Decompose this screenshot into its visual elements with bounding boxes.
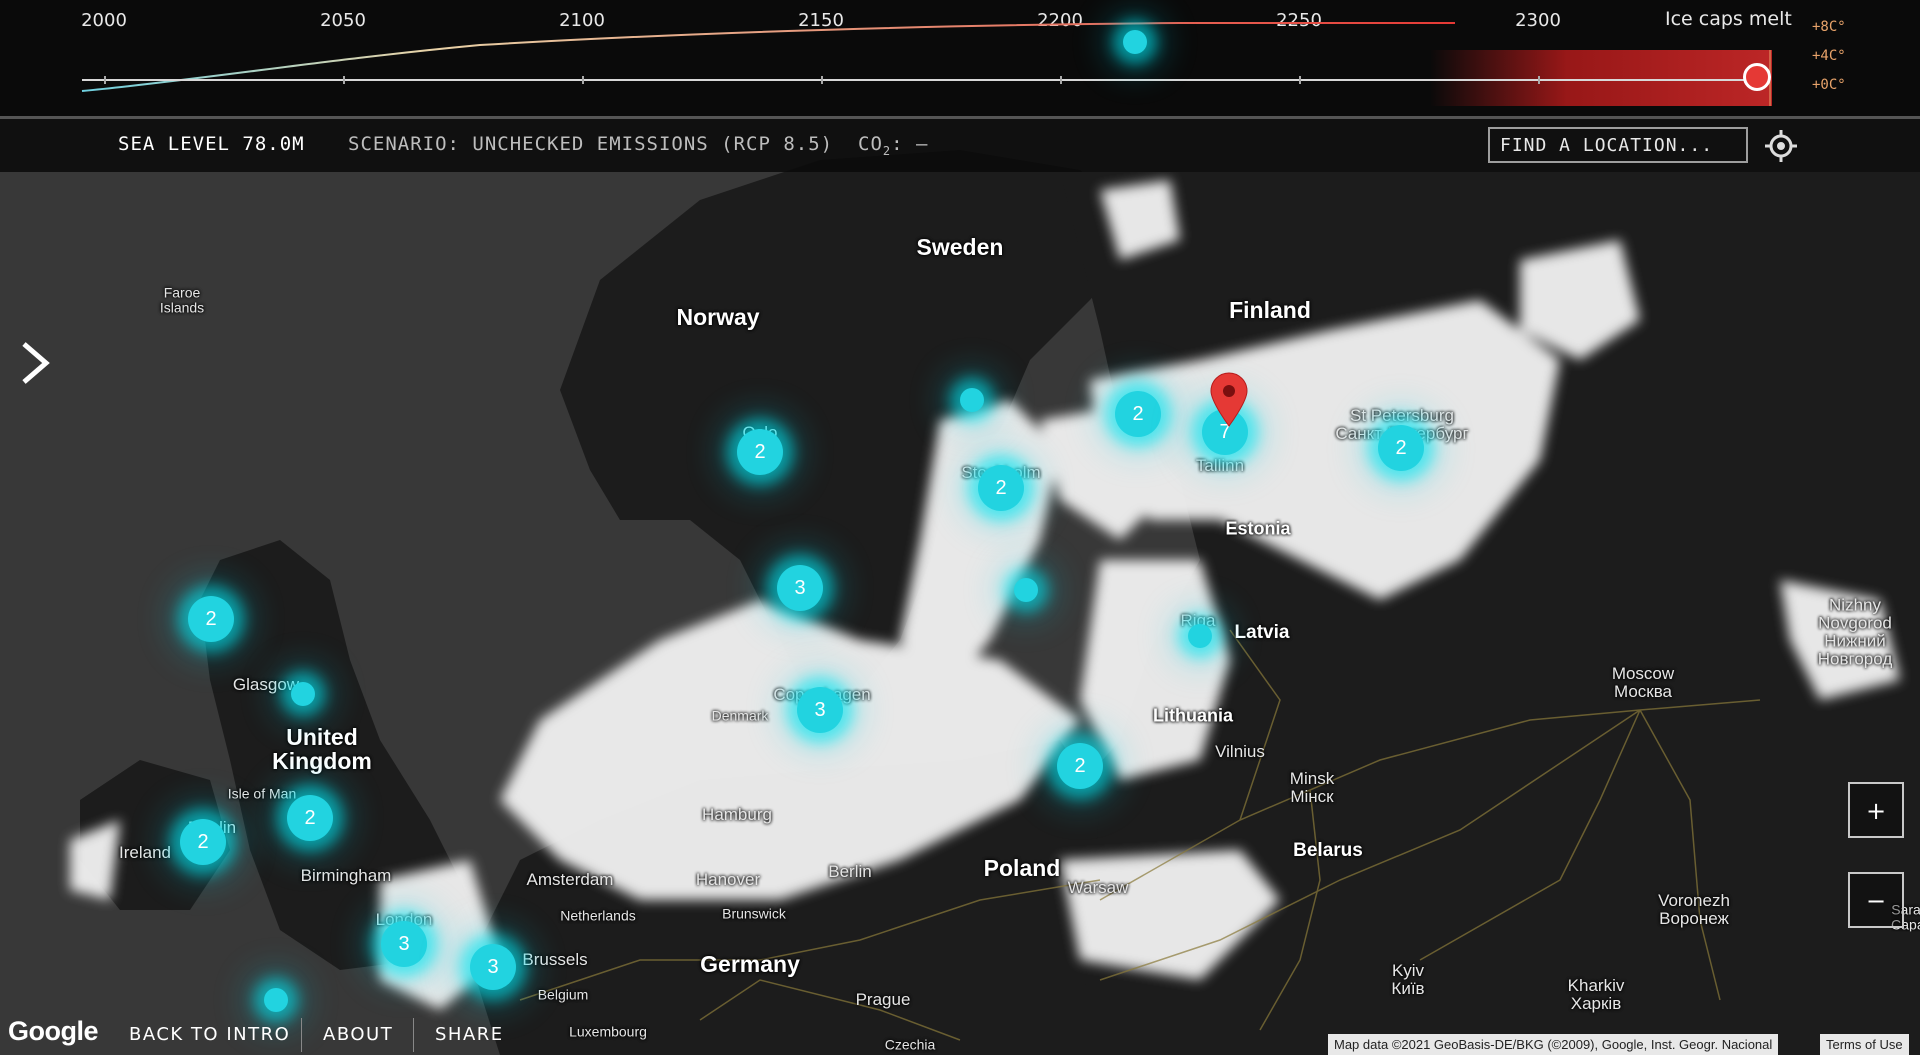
co2-readout: CO2: – xyxy=(858,133,928,158)
map-attribution: Map data ©2021 GeoBasis-DE/BKG (©2009), … xyxy=(1328,1034,1779,1055)
cluster-dot[interactable] xyxy=(291,682,315,706)
country-label: Norway xyxy=(676,303,760,330)
cluster-marker[interactable]: 3 xyxy=(381,921,427,967)
country-label: Ireland xyxy=(119,843,171,863)
timeline-tick xyxy=(821,76,823,84)
footer-divider xyxy=(413,1018,414,1052)
city-label: Brussels xyxy=(522,950,588,970)
city-label: Hamburg xyxy=(702,805,772,825)
cluster-marker[interactable]: 2 xyxy=(1057,743,1103,789)
cluster-marker[interactable]: 3 xyxy=(470,944,516,990)
country-label: Poland xyxy=(983,854,1061,881)
city-label: Hanover xyxy=(695,870,761,890)
country-label: Czechia xyxy=(884,1036,936,1053)
timeline-tick xyxy=(343,76,345,84)
cluster-marker[interactable]: 2 xyxy=(1115,391,1161,437)
country-label: Latvia xyxy=(1234,622,1290,644)
about-link[interactable]: ABOUT xyxy=(323,1024,393,1045)
cluster-marker[interactable]: 3 xyxy=(777,565,823,611)
location-pin-icon[interactable] xyxy=(1209,372,1249,428)
timeline-slider-handle[interactable] xyxy=(1743,63,1771,91)
country-label: United Kingdom xyxy=(272,723,372,774)
timeline-tick xyxy=(104,76,106,84)
locate-me-icon[interactable] xyxy=(1763,128,1799,164)
country-label: Denmark xyxy=(711,707,769,724)
city-label: Vilnius xyxy=(1215,742,1265,762)
city-label: Prague xyxy=(855,990,911,1010)
timeline-tick xyxy=(1060,76,1062,84)
city-label: Birmingham xyxy=(300,866,392,886)
google-logo: Google xyxy=(8,1016,99,1046)
country-label: Sweden xyxy=(916,233,1004,260)
city-label: Warsaw xyxy=(1067,878,1129,898)
co2-subscript: 2 xyxy=(882,143,892,158)
city-label: Kharkiv Харків xyxy=(1567,976,1625,1013)
cluster-dot[interactable] xyxy=(1014,578,1038,602)
city-label: Tallinn xyxy=(1195,456,1245,476)
co2-value: : – xyxy=(891,133,929,155)
cluster-dot[interactable] xyxy=(960,388,984,412)
cluster-marker[interactable]: 2 xyxy=(978,465,1024,511)
city-label: Minsk Мінск xyxy=(1289,769,1335,806)
cluster-dot[interactable] xyxy=(1123,30,1147,54)
zoom-in-button[interactable]: + xyxy=(1848,782,1904,838)
city-label: Brunswick xyxy=(722,905,786,922)
cluster-marker[interactable]: 2 xyxy=(737,429,783,475)
cluster-dot[interactable] xyxy=(264,988,288,1012)
footer-divider xyxy=(301,1018,302,1052)
scenario-label[interactable]: SCENARIO: UNCHECKED EMISSIONS (RCP 8.5) xyxy=(348,133,833,155)
zoom-out-button[interactable]: − xyxy=(1848,872,1904,928)
city-label: Amsterdam xyxy=(526,870,614,890)
country-label: Belarus xyxy=(1293,840,1363,862)
cluster-marker[interactable]: 2 xyxy=(287,795,333,841)
timeline-tick xyxy=(582,76,584,84)
country-label: Belgium xyxy=(537,986,589,1003)
timeline-tick xyxy=(1299,76,1301,84)
cluster-marker[interactable]: 3 xyxy=(797,687,843,733)
timeline-graph xyxy=(81,22,1772,106)
timeline-tick xyxy=(1538,76,1540,84)
cluster-marker[interactable]: 2 xyxy=(1378,425,1424,471)
status-bar: SEA LEVEL 78.0M SCENARIO: UNCHECKED EMIS… xyxy=(0,119,1920,172)
city-label: Glasgow xyxy=(232,675,300,695)
country-label: Lithuania xyxy=(1153,705,1233,726)
city-label: Moscow Москва xyxy=(1611,664,1675,701)
city-label: Isle of Man xyxy=(227,785,297,802)
country-label: Finland xyxy=(1229,296,1311,323)
share-link[interactable]: SHARE xyxy=(435,1024,504,1045)
country-label: Estonia xyxy=(1225,518,1291,539)
sea-level-readout: SEA LEVEL 78.0M xyxy=(118,133,305,155)
cluster-marker[interactable]: 2 xyxy=(180,819,226,865)
timeline[interactable]: 2000 2050 2100 2150 2200 2250 2300 Ice c… xyxy=(0,0,1920,119)
city-label: Kyiv Київ xyxy=(1391,961,1425,998)
city-label: Faroe Islands xyxy=(159,284,205,315)
city-label: Voronezh Воронеж xyxy=(1658,891,1730,928)
country-label: Germany xyxy=(700,950,800,977)
country-label: Netherlands xyxy=(560,907,636,924)
terms-of-use-link[interactable]: Terms of Use xyxy=(1820,1034,1909,1055)
back-to-intro-link[interactable]: BACK TO INTRO xyxy=(129,1024,290,1045)
city-label: Nizhny Novgorod Нижний Новгород xyxy=(1817,595,1893,668)
find-location-input[interactable] xyxy=(1488,127,1748,163)
open-panel-chevron-icon[interactable] xyxy=(18,340,52,386)
country-label: Luxembourg xyxy=(569,1023,647,1040)
co2-prefix: CO xyxy=(858,133,883,155)
city-label: Berlin xyxy=(828,862,872,882)
cluster-marker[interactable]: 2 xyxy=(188,596,234,642)
cluster-dot[interactable] xyxy=(1188,624,1212,648)
